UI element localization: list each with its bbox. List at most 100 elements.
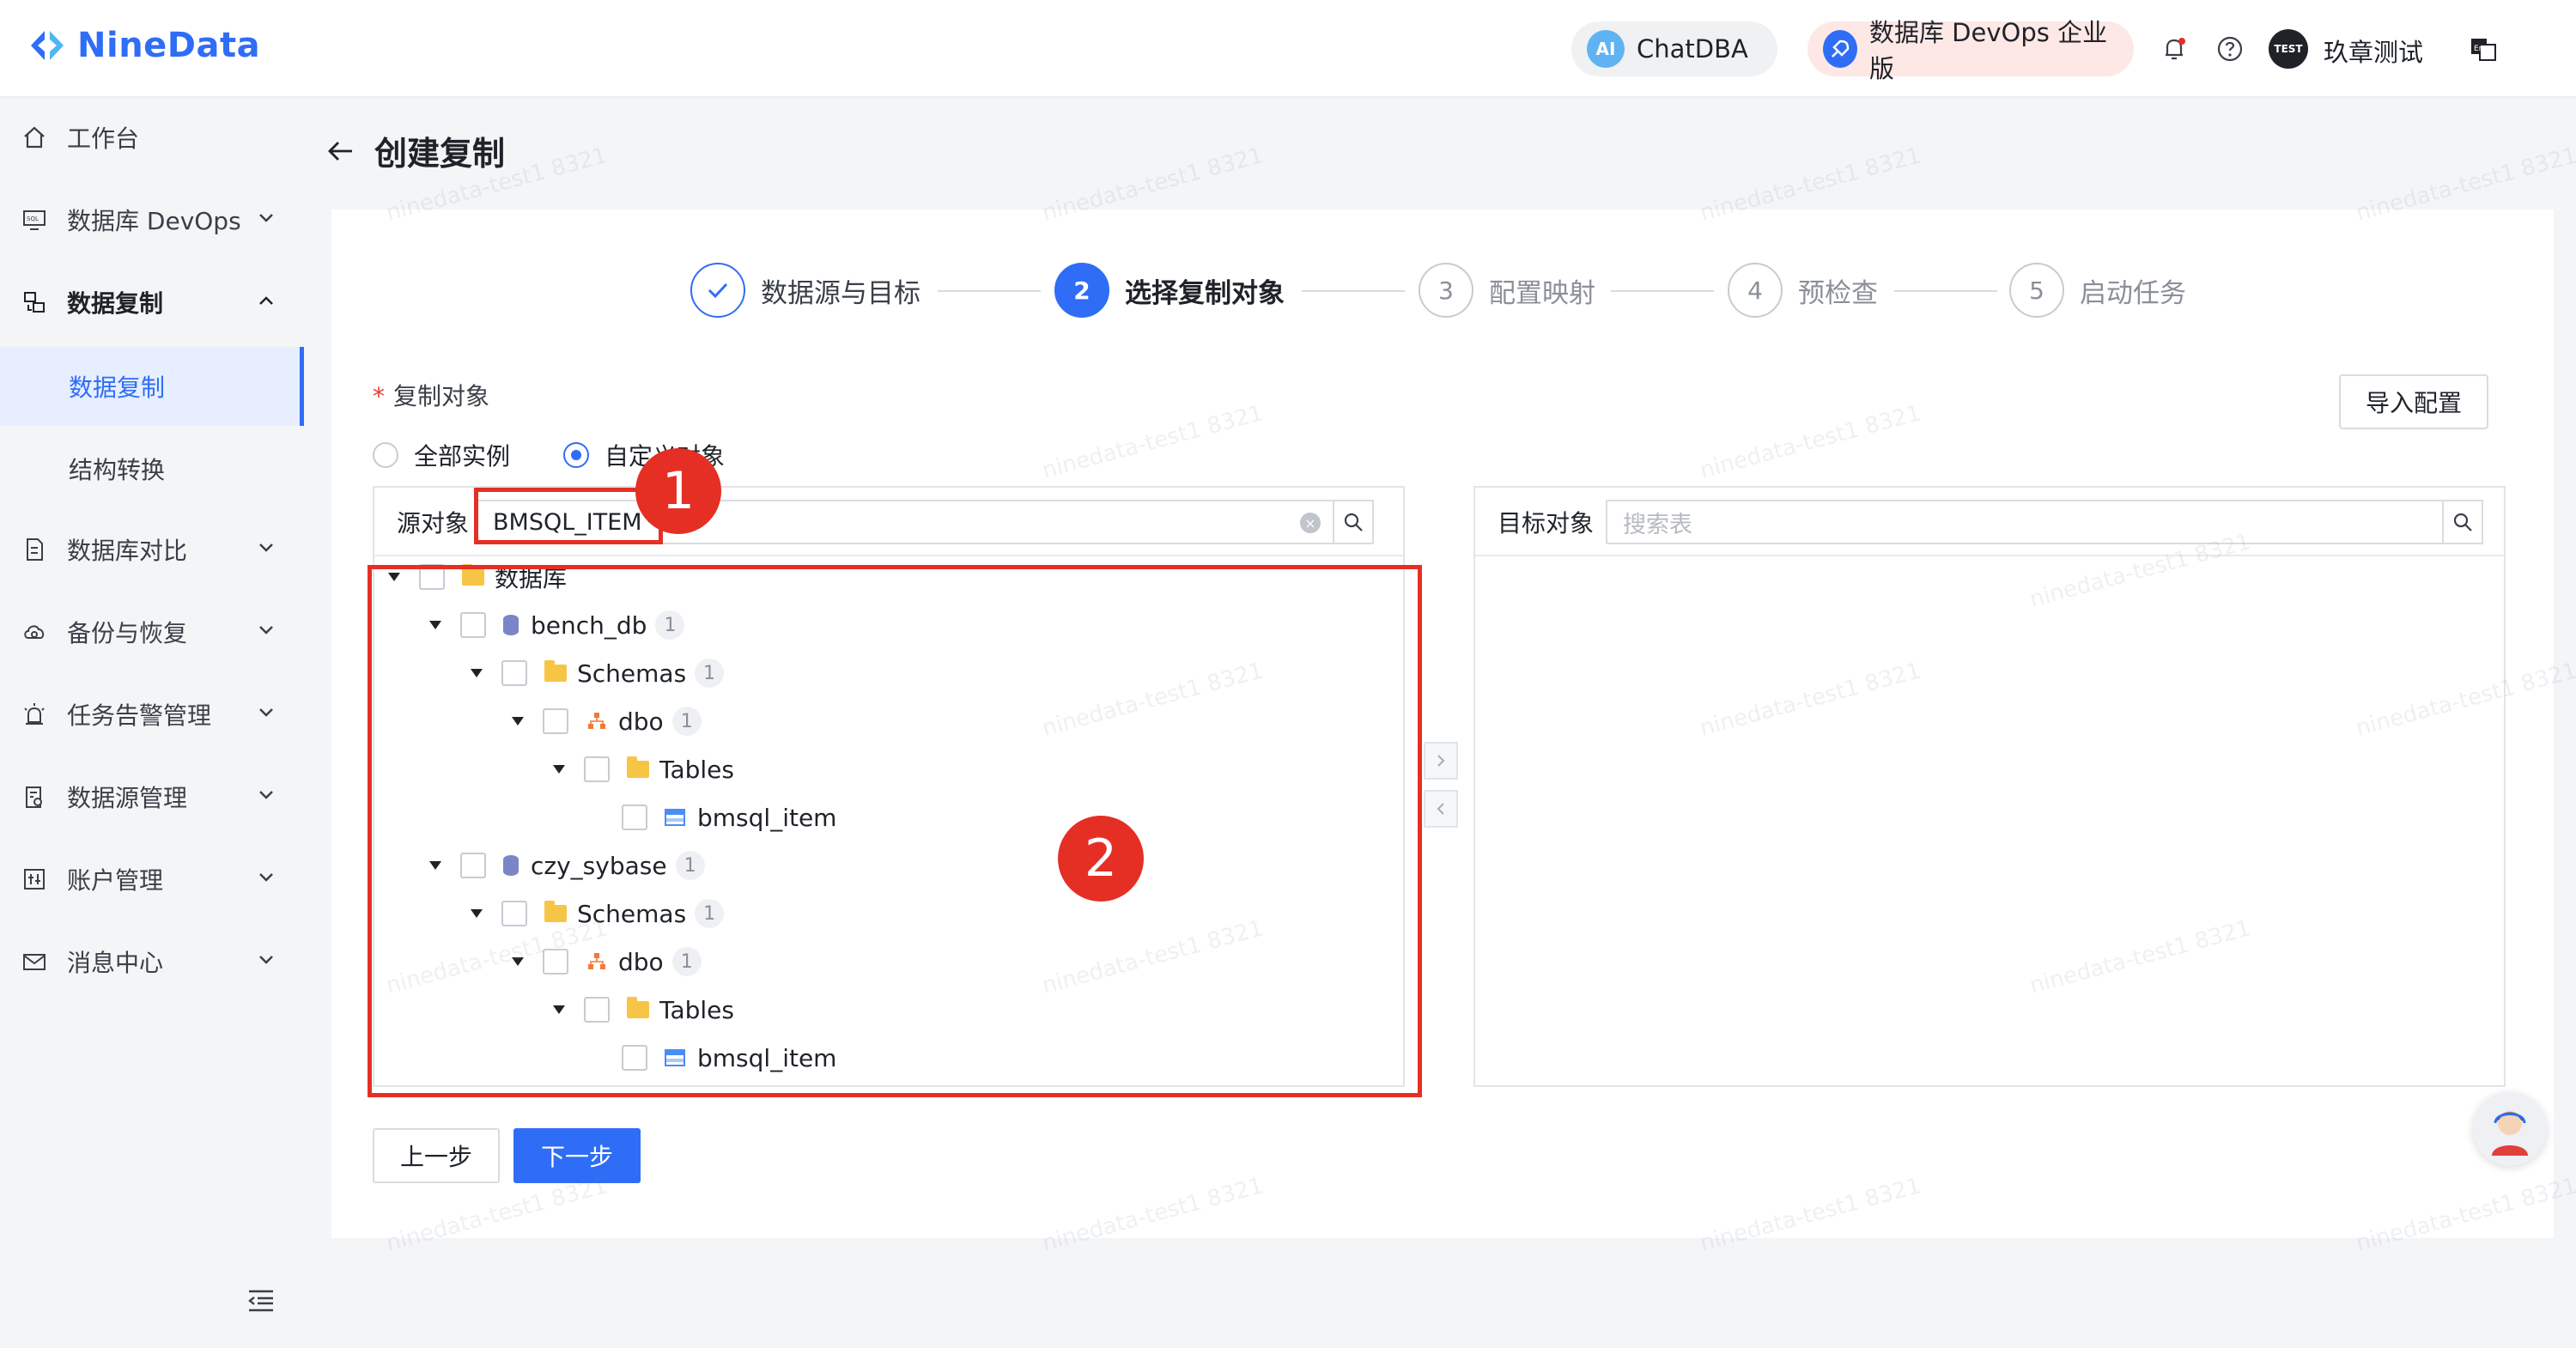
- next-step-button[interactable]: 下一步: [513, 1128, 641, 1183]
- chevron-left-icon: [1437, 803, 1444, 815]
- field-label: * 复制对象: [373, 378, 489, 412]
- sidebar-item-label: 工作台: [67, 124, 140, 153]
- step-label: 预检查: [1798, 277, 1878, 309]
- back-arrow-icon[interactable]: [326, 137, 355, 166]
- move-right-button[interactable]: [1424, 742, 1458, 780]
- chatdba-button[interactable]: AI ChatDBA: [1571, 21, 1777, 76]
- prev-step-button[interactable]: 上一步: [373, 1128, 500, 1183]
- import-config-button[interactable]: 导入配置: [2339, 374, 2488, 429]
- svg-text:En: En: [2474, 45, 2483, 53]
- sidebar-item-label: 任务告警管理: [67, 701, 212, 730]
- support-agent-icon: [2492, 1111, 2528, 1156]
- sidebar-item-compare[interactable]: 数据库对比: [0, 510, 304, 589]
- sidebar-subitem-replication[interactable]: 数据复制: [0, 347, 304, 426]
- chevron-down-icon: [259, 543, 273, 552]
- bell-icon[interactable]: [2160, 34, 2189, 64]
- step-3: 3 配置映射: [1419, 263, 1595, 318]
- chevron-down-icon: [259, 214, 273, 222]
- sidebar-item-messages[interactable]: 消息中心: [0, 922, 304, 1001]
- sidebar-subitem-schema-convert[interactable]: 结构转换: [0, 429, 304, 508]
- step-connector: [1302, 290, 1405, 292]
- radio-circle[interactable]: [563, 442, 589, 468]
- chevron-down-icon: [259, 626, 273, 635]
- step-number: 3: [1419, 263, 1473, 318]
- step-1: 数据源与目标: [690, 263, 920, 318]
- replicate-icon: [21, 288, 48, 316]
- sidebar-item-datasource[interactable]: 数据源管理: [0, 757, 304, 836]
- backup-icon: [21, 618, 48, 646]
- target-search-placeholder: 搜索表: [1623, 511, 1692, 538]
- svg-text:SQL: SQL: [27, 216, 39, 222]
- sidebar-item-backup[interactable]: 备份与恢复: [0, 592, 304, 671]
- step-number: 5: [2009, 263, 2064, 318]
- radio-circle[interactable]: [373, 442, 398, 468]
- step-connector: [1894, 290, 1997, 292]
- step-label: 数据源与目标: [761, 277, 920, 309]
- sidebar-item-replication[interactable]: 数据复制: [0, 263, 304, 342]
- sidebar-item-label: 数据库对比: [67, 537, 188, 565]
- logo[interactable]: NineData: [26, 24, 260, 67]
- search-icon: [1344, 513, 1363, 531]
- source-search-button[interactable]: [1333, 500, 1374, 544]
- field-label-text: 复制对象: [393, 382, 490, 410]
- sidebar-item-label: 结构转换: [69, 456, 166, 484]
- chevron-right-icon: [1437, 755, 1445, 767]
- sidebar-item-alarm[interactable]: 任务告警管理: [0, 675, 304, 754]
- target-search-input[interactable]: 搜索表: [1606, 500, 2444, 544]
- compare-icon: [21, 536, 48, 563]
- chevron-down-icon: [259, 956, 273, 964]
- target-search-button[interactable]: [2442, 500, 2483, 544]
- ninedata-logo-icon: [31, 31, 64, 60]
- avatar[interactable]: TEST: [2269, 29, 2308, 69]
- check-icon: [690, 263, 745, 318]
- username[interactable]: 玖章测试: [2324, 33, 2423, 69]
- step-number: 2: [1054, 263, 1109, 318]
- annotation-box-1: [474, 488, 663, 544]
- step-number: 4: [1728, 263, 1783, 318]
- target-panel: 目标对象 搜索表: [1473, 486, 2506, 1087]
- sidebar-item-devops[interactable]: SQL 数据库 DevOps: [0, 180, 304, 259]
- top-header: NineData AI ChatDBA 数据库 DevOps 企业版 TEST …: [0, 0, 2576, 98]
- sidebar-item-label: 数据复制: [67, 289, 164, 318]
- annotation-marker-2: 2: [1058, 816, 1144, 902]
- target-panel-header: 目标对象 搜索表: [1475, 488, 2504, 556]
- devops-edition-button[interactable]: 数据库 DevOps 企业版: [1807, 18, 2134, 83]
- step-4: 4 预检查: [1728, 263, 1878, 318]
- chatdba-label: ChatDBA: [1637, 34, 1748, 64]
- source-label: 源对象: [397, 509, 470, 537]
- chevron-down-icon: [259, 791, 273, 799]
- sidebar-item-workbench[interactable]: 工作台: [0, 98, 304, 177]
- sidebar-item-label: 消息中心: [67, 949, 164, 977]
- sidebar-item-account[interactable]: 账户管理: [0, 840, 304, 919]
- sidebar-item-label: 账户管理: [67, 866, 164, 895]
- logo-text: NineData: [77, 26, 261, 65]
- collapse-sidebar-icon[interactable]: [246, 1284, 276, 1315]
- devops-label: 数据库 DevOps 企业版: [1868, 18, 2108, 83]
- step-label: 选择复制对象: [1125, 277, 1285, 309]
- home-icon: [21, 124, 48, 151]
- move-left-button[interactable]: [1424, 790, 1458, 828]
- language-switch-icon[interactable]: En: [2469, 34, 2498, 64]
- datasource-icon: [21, 783, 48, 811]
- page-title-text: 创建复制: [374, 135, 506, 173]
- step-5: 5 启动任务: [2009, 263, 2186, 318]
- chevron-down-icon: [259, 708, 273, 717]
- sql-icon: SQL: [21, 206, 48, 234]
- clear-icon[interactable]: ×: [1300, 513, 1321, 533]
- step-label: 配置映射: [1489, 277, 1595, 309]
- target-label: 目标对象: [1498, 509, 1595, 537]
- annotation-marker-1: 1: [635, 448, 721, 534]
- radio-all-instances[interactable]: 全部实例: [373, 438, 510, 472]
- annotation-box-2: [368, 565, 1422, 1097]
- account-icon: [21, 865, 48, 893]
- alarm-icon: [21, 701, 48, 728]
- chevron-down-icon: [259, 873, 273, 882]
- ai-icon: AI: [1587, 30, 1625, 68]
- customer-support-button[interactable]: [2473, 1092, 2547, 1166]
- help-icon[interactable]: [2215, 34, 2245, 64]
- search-icon: [2453, 513, 2472, 531]
- sidebar-item-label: 数据源管理: [67, 784, 188, 812]
- step-connector: [1611, 290, 1714, 292]
- rocket-icon: [1823, 30, 1857, 68]
- step-label: 启动任务: [2080, 277, 2186, 309]
